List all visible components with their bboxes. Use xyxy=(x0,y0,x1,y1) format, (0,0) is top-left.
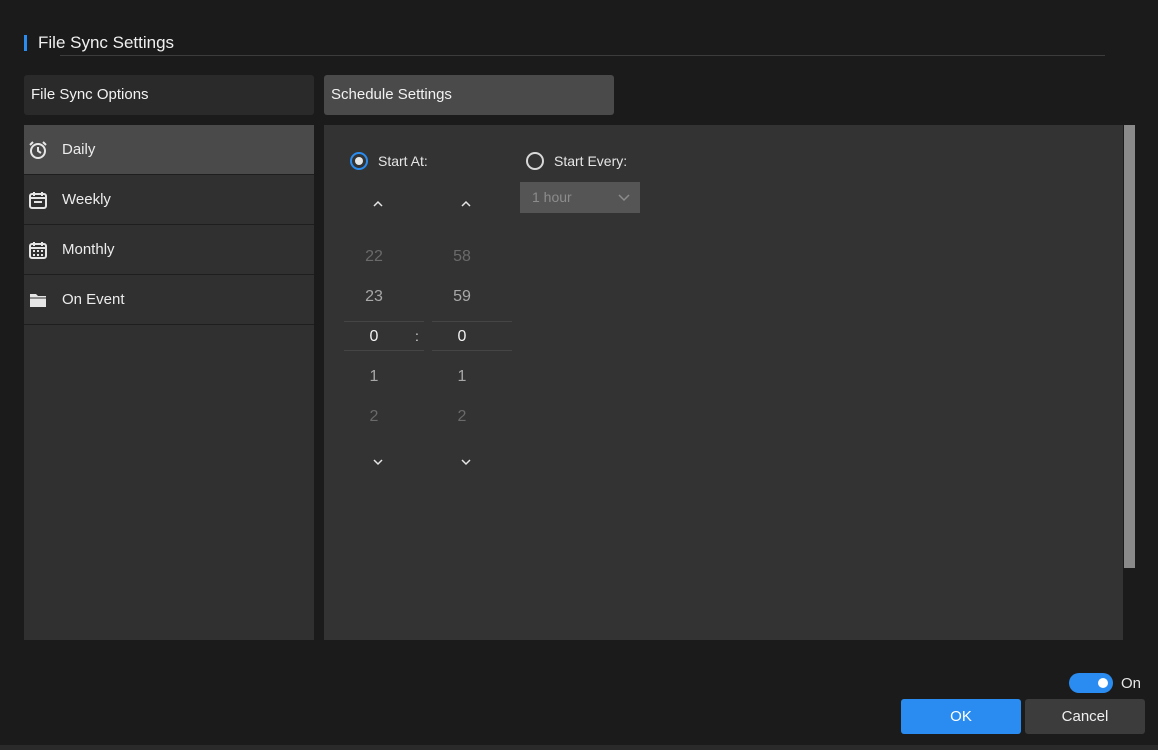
start-every-radio[interactable]: Start Every: xyxy=(526,152,627,170)
minute-value-next1[interactable]: 1 xyxy=(422,368,502,386)
tab-schedule-settings[interactable]: Schedule Settings xyxy=(324,75,614,115)
time-separator: : xyxy=(415,328,419,344)
schedule-type-sidebar: Daily Weekly Monthly On Event xyxy=(24,125,314,640)
sidebar-item-monthly[interactable]: Monthly xyxy=(24,225,314,275)
title-divider xyxy=(60,55,1105,56)
toggle-label: On xyxy=(1121,675,1142,692)
calendar-week-icon xyxy=(28,190,48,210)
ok-button[interactable]: OK xyxy=(901,699,1021,734)
hour-value-selected[interactable]: 0 xyxy=(334,328,414,346)
title-accent-bar xyxy=(24,35,27,51)
toggle-knob xyxy=(1098,678,1108,688)
minute-value-selected[interactable]: 0 xyxy=(422,328,502,346)
minute-value-prev2[interactable]: 58 xyxy=(422,248,502,266)
hour-value-prev2[interactable]: 22 xyxy=(334,248,414,266)
start-at-label: Start At: xyxy=(378,153,428,169)
minute-up-arrow-icon[interactable] xyxy=(426,197,506,213)
radio-checked-indicator xyxy=(350,152,368,170)
minute-value-next2[interactable]: 2 xyxy=(422,408,502,426)
hour-value-next2[interactable]: 2 xyxy=(334,408,414,426)
chevron-down-icon xyxy=(618,182,630,225)
sidebar-item-weekly[interactable]: Weekly xyxy=(24,175,314,225)
sidebar-item-label: Monthly xyxy=(62,241,115,258)
sidebar-item-on-event[interactable]: On Event xyxy=(24,275,314,325)
dialog-title: File Sync Settings xyxy=(38,33,175,52)
alarm-clock-icon xyxy=(28,140,48,160)
interval-select-value: 1 hour xyxy=(532,189,572,205)
interval-select[interactable]: 1 hour xyxy=(520,182,640,213)
radio-unchecked-indicator xyxy=(526,152,544,170)
tab-file-sync-options[interactable]: File Sync Options xyxy=(24,75,314,115)
folder-icon xyxy=(28,290,48,310)
sidebar-item-label: Weekly xyxy=(62,191,111,208)
hour-value-next1[interactable]: 1 xyxy=(334,368,414,386)
sidebar-item-label: Daily xyxy=(62,141,96,158)
hour-up-arrow-icon[interactable] xyxy=(338,197,418,213)
calendar-month-icon xyxy=(28,240,48,260)
hour-down-arrow-icon[interactable] xyxy=(338,455,418,471)
minute-value-prev1[interactable]: 59 xyxy=(422,288,502,306)
hour-value-prev1[interactable]: 23 xyxy=(334,288,414,306)
sidebar-item-daily[interactable]: Daily xyxy=(24,125,314,175)
schedule-toggle[interactable] xyxy=(1069,673,1113,693)
panel-scrollbar[interactable] xyxy=(1124,125,1135,568)
cancel-button[interactable]: Cancel xyxy=(1025,699,1145,734)
start-every-label: Start Every: xyxy=(554,153,628,169)
sidebar-item-label: On Event xyxy=(62,291,125,308)
start-at-radio[interactable]: Start At: xyxy=(350,152,428,170)
bottom-edge xyxy=(0,745,1158,750)
minute-down-arrow-icon[interactable] xyxy=(426,455,506,471)
